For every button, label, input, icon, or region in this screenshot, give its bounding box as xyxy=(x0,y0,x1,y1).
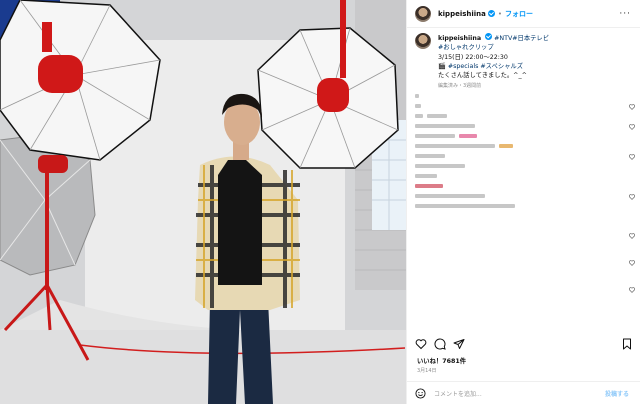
caption-username[interactable]: kippeishiina xyxy=(438,35,481,42)
avatar[interactable] xyxy=(415,5,431,22)
username-link[interactable]: kippeishiina xyxy=(438,10,486,18)
share-icon[interactable] xyxy=(453,338,465,350)
comment-heart-icon[interactable] xyxy=(629,104,635,110)
caption: kippeishiina #NTV#日本テレビ #おしゃれクリップ 3/15(日… xyxy=(415,33,635,92)
post-photo[interactable] xyxy=(0,0,406,404)
caption-tags-2[interactable]: #おしゃれクリップ xyxy=(438,43,549,52)
caption-avatar[interactable] xyxy=(415,33,431,49)
post-side-panel: kippeishiina • フォロー ··· kippeishiina #NT… xyxy=(406,0,640,404)
caption-meta: 編集済み・3週間前 xyxy=(438,83,482,90)
studio-photo-scene xyxy=(0,0,406,404)
comment-heart-icon[interactable] xyxy=(629,154,635,160)
comment-heart-icon[interactable] xyxy=(629,194,635,200)
separator-dot: • xyxy=(497,9,503,18)
list-item xyxy=(415,152,640,161)
list-item xyxy=(415,231,640,240)
comment-heart-icon[interactable] xyxy=(629,287,635,293)
comment-icon[interactable] xyxy=(434,338,446,350)
list-item xyxy=(415,102,640,111)
list-item xyxy=(415,162,640,171)
caption-line-5: たくさん話してきました。^_^ xyxy=(438,72,527,80)
post-comment-button[interactable]: 投稿する xyxy=(605,389,629,398)
bookmark-icon[interactable] xyxy=(621,338,633,350)
heart-icon[interactable] xyxy=(415,338,427,350)
list-item xyxy=(415,172,640,181)
comment-input[interactable]: コメントを追加... xyxy=(434,389,605,398)
verified-badge-icon xyxy=(487,10,495,17)
list-item xyxy=(415,285,640,294)
caption-tags-3[interactable]: #specials #スペシャルズ xyxy=(448,63,523,70)
more-icon[interactable]: ··· xyxy=(619,9,631,19)
caption-verified-icon xyxy=(485,33,493,40)
follow-button[interactable]: フォロー xyxy=(505,9,533,19)
caption-tags-1[interactable]: #NTV#日本テレビ xyxy=(494,35,549,42)
list-item xyxy=(415,92,640,101)
comment-heart-icon[interactable] xyxy=(629,233,635,239)
list-item xyxy=(415,122,640,131)
emoji-icon[interactable] xyxy=(415,387,426,399)
caption-text: kippeishiina #NTV#日本テレビ #おしゃれクリップ 3/15(日… xyxy=(438,33,549,92)
list-item xyxy=(415,132,640,141)
add-comment-bar: コメントを追加... 投稿する xyxy=(407,381,640,404)
list-item xyxy=(415,112,640,121)
likes-count[interactable]: いいね！7681件 xyxy=(417,356,466,365)
list-item xyxy=(415,258,640,267)
comment-heart-icon[interactable] xyxy=(629,124,635,130)
clapper-icon: 🎬 xyxy=(438,62,446,70)
list-item xyxy=(415,202,640,211)
comments-list[interactable] xyxy=(415,92,640,342)
list-item xyxy=(415,192,640,201)
comment-heart-icon[interactable] xyxy=(629,260,635,266)
post-header: kippeishiina • フォロー ··· xyxy=(407,0,640,28)
list-item xyxy=(415,142,640,151)
list-item xyxy=(415,182,640,191)
action-bar xyxy=(407,335,640,355)
caption-line-3: 3/15(日) 22:00〜22:30 xyxy=(438,53,508,61)
post-date: 3月14日 xyxy=(417,368,437,374)
